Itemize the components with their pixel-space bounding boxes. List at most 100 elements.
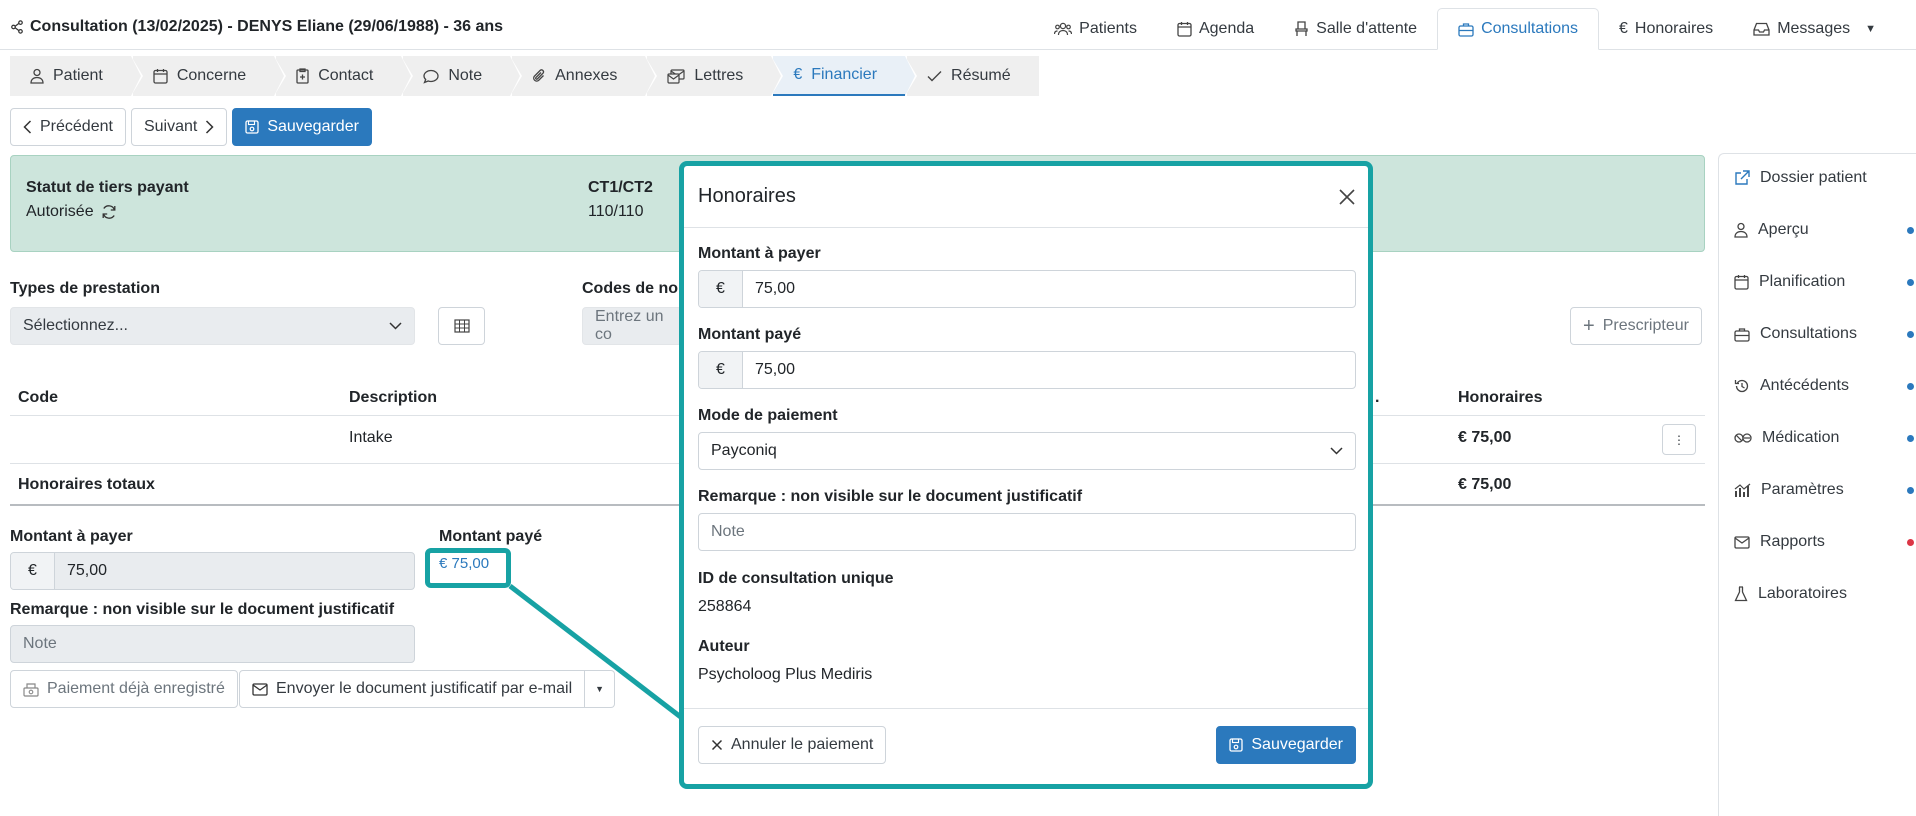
status-dot [1907,382,1914,390]
step-label: Concerne [176,67,247,84]
send-email-group: Envoyer le document justificatif par e-m… [239,670,616,708]
envelope-icon [1734,535,1750,549]
previous-button[interactable]: Précédent [10,108,126,146]
sidebar-label: Aperçu [1758,221,1809,238]
close-icon [711,739,723,751]
currency-prefix: € [11,553,55,589]
col-code: Code [18,389,58,406]
table-view-button[interactable] [438,307,485,345]
page-title-text: Consultation (13/02/2025) - DENYS Eliane… [30,18,504,35]
cancel-payment-button[interactable]: Annuler le paiement [698,726,887,764]
previous-label: Précédent [40,118,113,135]
service-types-value: Sélectionnez... [23,317,128,334]
step-patient[interactable]: Patient [10,56,143,96]
sidebar-item-rapports[interactable]: Rapports [1734,533,1914,551]
step-label: Contact [318,67,374,84]
sidebar-item-medication[interactable]: Médication [1734,429,1914,447]
total-label: Honoraires totaux [18,476,155,493]
step-lettres[interactable]: Lettres [647,56,784,96]
briefcase-icon [1458,22,1474,37]
amount-paid-link[interactable]: € 75,00 [439,555,489,572]
sidebar-label: Consultations [1760,325,1857,342]
sidebar-item-planification[interactable]: Planification [1734,273,1914,291]
status-dot [1907,434,1914,442]
sidebar-item-consultations[interactable]: Consultations [1734,325,1914,343]
modal-amount-due-field[interactable]: € 75,00 [698,270,1356,308]
col-partial: . [1375,389,1380,406]
action-bar: Précédent Suivant Sauvegarder [10,108,372,146]
payment-registered-label: Paiement déjà enregistré [47,680,225,697]
refresh-icon[interactable] [101,204,117,220]
nav-label: Agenda [1198,20,1255,37]
remark-textarea[interactable]: Note [10,625,415,663]
nav-honoraires[interactable]: € Honoraires [1599,8,1733,50]
modal-amount-paid-label: Montant payé [698,326,802,343]
banner-status: Statut de tiers payant Autorisée [26,176,189,224]
step-label: Note [448,67,483,84]
nav-label: Honoraires [1634,20,1714,37]
payment-mode-label: Mode de paiement [698,407,838,424]
step-annexes[interactable]: Annexes [512,56,658,96]
consultation-id-value: 258864 [698,598,752,615]
close-icon[interactable] [1338,188,1356,206]
nav-patients[interactable]: Patients [1034,8,1157,50]
sidebar-label: Laboratoires [1758,585,1847,602]
chevron-right-icon [206,120,214,134]
status-dot [1907,278,1914,286]
amount-due-value: 75,00 [67,562,108,579]
next-button[interactable]: Suivant [130,108,228,146]
inbox-icon [1753,22,1770,36]
service-types-label: Types de prestation [10,280,160,297]
sidebar-item-parametres[interactable]: Paramètres [1734,481,1914,499]
save-icon [1229,738,1244,752]
nav-consultations[interactable]: Consultations [1437,8,1600,50]
modal-save-button[interactable]: Sauvegarder [1216,726,1356,764]
sidebar-item-laboratoires[interactable]: Laboratoires [1734,585,1914,603]
step-concerne[interactable]: Concerne [132,56,287,96]
nav-agenda[interactable]: Agenda [1157,8,1274,50]
modal-remark-textarea[interactable]: Note [698,513,1356,551]
step-label: Financier [811,66,878,83]
top-bar: Consultation (13/02/2025) - DENYS Eliane… [0,0,1916,50]
sidebar-item-antecedents[interactable]: Antécédents [1734,377,1914,395]
nav-waiting-room[interactable]: Salle d'attente [1274,8,1437,50]
sidebar-label: Médication [1762,429,1840,446]
payment-mode-select[interactable]: Payconiq [698,432,1356,470]
step-label: Résumé [951,67,1011,84]
nav-label: Consultations [1481,20,1579,37]
step-note[interactable]: Note [403,56,522,96]
send-email-button[interactable]: Envoyer le document justificatif par e-m… [239,670,586,708]
sidebar-item-dossier[interactable]: Dossier patient [1734,169,1914,187]
payment-registered-button[interactable]: Paiement déjà enregistré [10,670,238,708]
step-financier[interactable]: € Financier [773,56,917,96]
status-value: Autorisée [26,203,94,220]
step-contact[interactable]: Contact [276,56,414,96]
currency-prefix: € [699,271,743,307]
row-menu-button[interactable]: ⋮ [1662,424,1696,455]
consultation-steps: Patient Concerne Contact Note Annexes Le… [10,56,1041,96]
add-prescriber-button[interactable]: + Prescripteur [1570,307,1702,345]
step-label: Patient [53,67,103,84]
service-types-select[interactable]: Sélectionnez... [10,307,415,345]
modal-amount-paid-field[interactable]: € 75,00 [698,351,1356,389]
payment-mode-value: Payconiq [711,442,777,459]
step-resume[interactable]: Résumé [907,56,1039,96]
amount-due-label: Montant à payer [10,528,133,545]
person-icon [1734,222,1748,238]
send-email-dropdown[interactable]: ▼ [585,670,616,708]
nav-label: Messages [1777,20,1851,37]
clipboard-plus-icon [296,68,309,84]
sidebar-item-apercu[interactable]: Aperçu [1734,221,1914,239]
alert-dot [1907,538,1914,546]
nav-messages[interactable]: Messages ▼ [1733,8,1896,50]
users-icon [1054,22,1073,36]
amount-paid-label: Montant payé [439,528,543,545]
ct-label: CT1/CT2 [588,179,653,196]
save-button[interactable]: Sauvegarder [232,108,372,146]
total-value: € 75,00 [1458,476,1512,493]
codes-input[interactable]: Entrez un co [582,307,682,345]
remark-label: Remarque : non visible sur le document j… [10,601,395,618]
col-description: Description [349,389,438,406]
share-icon [11,20,23,34]
modal-footer: Annuler le paiement Sauvegarder [684,708,1368,784]
